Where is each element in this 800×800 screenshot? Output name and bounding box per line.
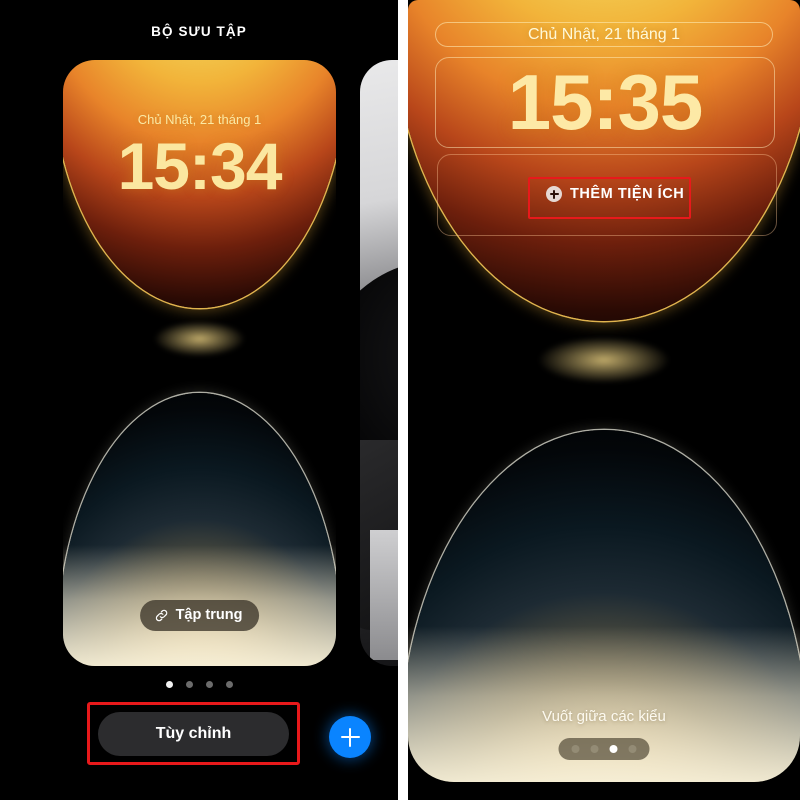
page-dot-3[interactable] [205,681,213,688]
swipe-hint-text: Vuốt giữa các kiểu [542,708,666,725]
add-widget-label: THÊM TIỆN ÍCH [570,186,685,202]
wallpaper-card-current[interactable]: Chủ Nhật, 21 tháng 1 15:34 Tập trung [63,60,336,666]
date-widget-slot[interactable]: Chủ Nhật, 21 tháng 1 [435,22,773,47]
preview-date: Chủ Nhật, 21 tháng 1 [137,112,262,127]
style-dot-2[interactable] [590,745,599,753]
clock-widget-slot[interactable]: 15:35 [435,57,775,148]
lock-screen-canvas[interactable]: Chủ Nhật, 21 tháng 1 15:35 Vuốt giữa các… [408,0,800,782]
focus-mode-label: Tập trung [175,607,243,623]
wallpaper-center-glow [537,336,671,384]
plus-icon-vertical [348,727,352,747]
screenshot-root: BỘ SƯU TẬP Chủ Nhật, 21 tháng 1 15:34 Tậ… [0,0,800,800]
preview-clock: 15:34 [117,129,283,203]
link-icon [155,609,167,621]
focus-mode-pill[interactable]: Tập trung [139,600,260,631]
wallpaper-card-next[interactable] [360,60,398,666]
style-dot-1[interactable] [571,745,580,753]
style-dot-3[interactable] [609,745,618,753]
page-indicator-dots[interactable] [0,681,398,688]
add-wallpaper-button[interactable] [329,716,371,758]
panel-divider [398,0,408,800]
plus-circle-icon [546,186,562,202]
date-widget-label: Chủ Nhật, 21 tháng 1 [527,25,681,43]
wallpaper-center-glow [153,320,246,357]
customize-button[interactable]: Tùy chỉnh [98,712,289,756]
add-widget-button[interactable]: THÊM TIỆN ÍCH [546,186,684,202]
page-dot-4[interactable] [225,681,233,688]
right-panel-lock-screen-editor: Chủ Nhật, 21 tháng 1 15:35 Vuốt giữa các… [408,0,800,800]
style-page-indicator[interactable] [558,738,650,760]
peek-artwork-shape-3 [370,530,398,660]
left-panel-wallpaper-gallery: BỘ SƯU TẬP Chủ Nhật, 21 tháng 1 15:34 Tậ… [0,0,398,800]
page-title: BỘ SƯU TẬP [151,24,247,39]
page-dot-1[interactable] [165,681,173,688]
style-dot-4[interactable] [628,745,637,753]
page-dot-2[interactable] [185,681,193,688]
clock-widget-label: 15:35 [507,58,703,146]
